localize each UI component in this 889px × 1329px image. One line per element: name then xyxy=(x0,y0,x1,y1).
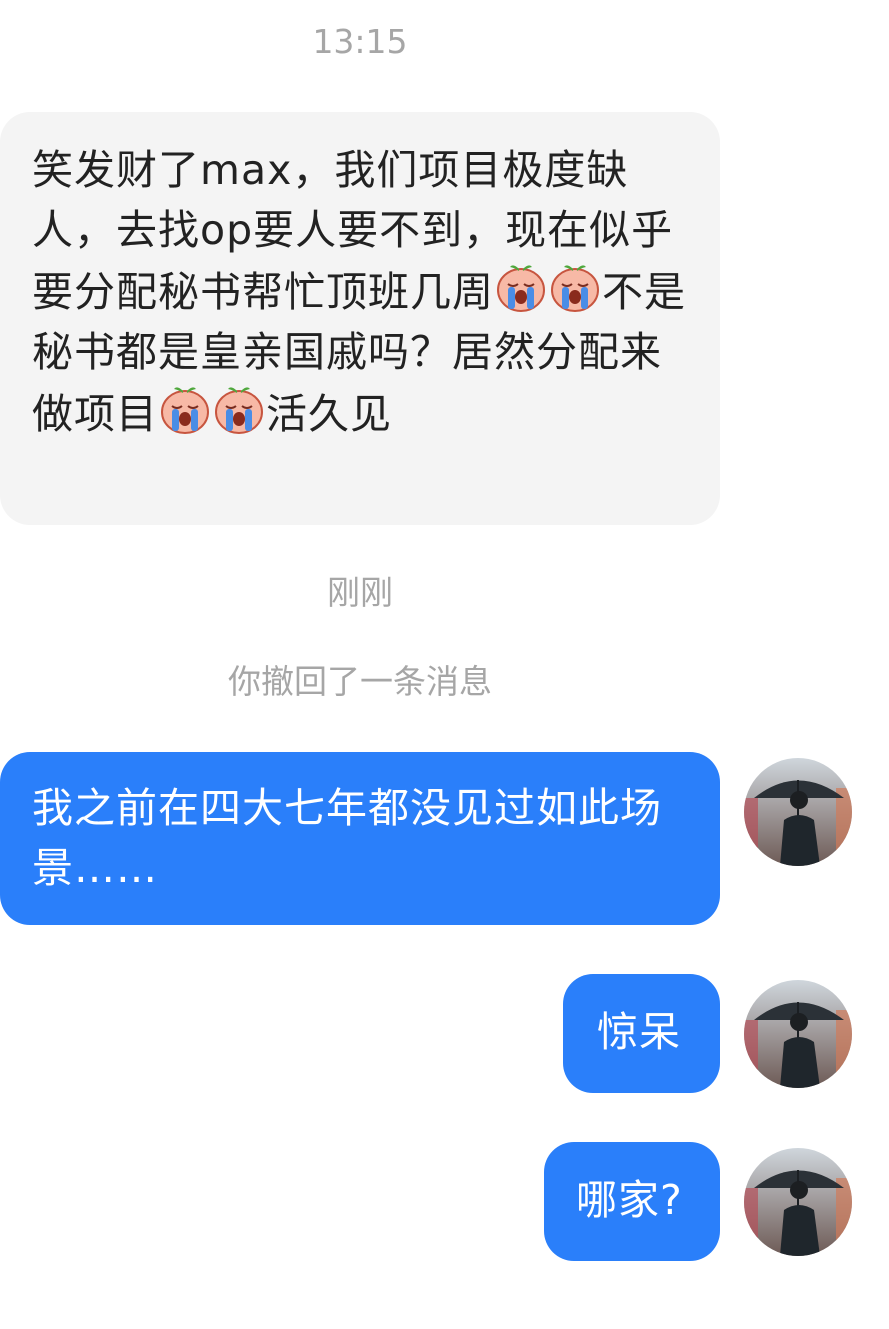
outgoing-message-bubble[interactable]: 哪家? xyxy=(544,1142,720,1261)
timestamp: 刚刚 xyxy=(327,573,393,612)
recalled-message-notice: 你撤回了一条消息 xyxy=(228,662,492,701)
crying-face-emoji-icon xyxy=(158,382,212,436)
message-text: 惊呆 xyxy=(597,1008,681,1056)
user-avatar[interactable] xyxy=(744,758,852,866)
user-avatar[interactable] xyxy=(744,1148,852,1256)
chat-screen: 13:15 笑发财了max，我们项目极度缺人，去找op要人要不到，现在似乎要分配… xyxy=(0,0,889,1329)
man-with-umbrella-avatar-icon xyxy=(744,758,852,866)
man-with-umbrella-avatar-icon xyxy=(744,980,852,1088)
outgoing-message-bubble[interactable]: 惊呆 xyxy=(563,974,720,1093)
crying-face-emoji-icon xyxy=(494,260,548,314)
message-text: 活久见 xyxy=(266,390,392,438)
crying-face-emoji-icon xyxy=(212,382,266,436)
crying-face-emoji-icon xyxy=(548,260,602,314)
message-text: 我之前在四大七年都没见过如此场景…… xyxy=(32,784,662,892)
outgoing-message-bubble[interactable]: 我之前在四大七年都没见过如此场景…… xyxy=(0,752,720,925)
user-avatar[interactable] xyxy=(744,980,852,1088)
incoming-message-bubble[interactable]: 笑发财了max，我们项目极度缺人，去找op要人要不到，现在似乎要分配秘书帮忙顶班… xyxy=(0,112,720,525)
man-with-umbrella-avatar-icon xyxy=(744,1148,852,1256)
message-text: 哪家? xyxy=(576,1176,683,1224)
timestamp: 13:15 xyxy=(312,22,408,61)
